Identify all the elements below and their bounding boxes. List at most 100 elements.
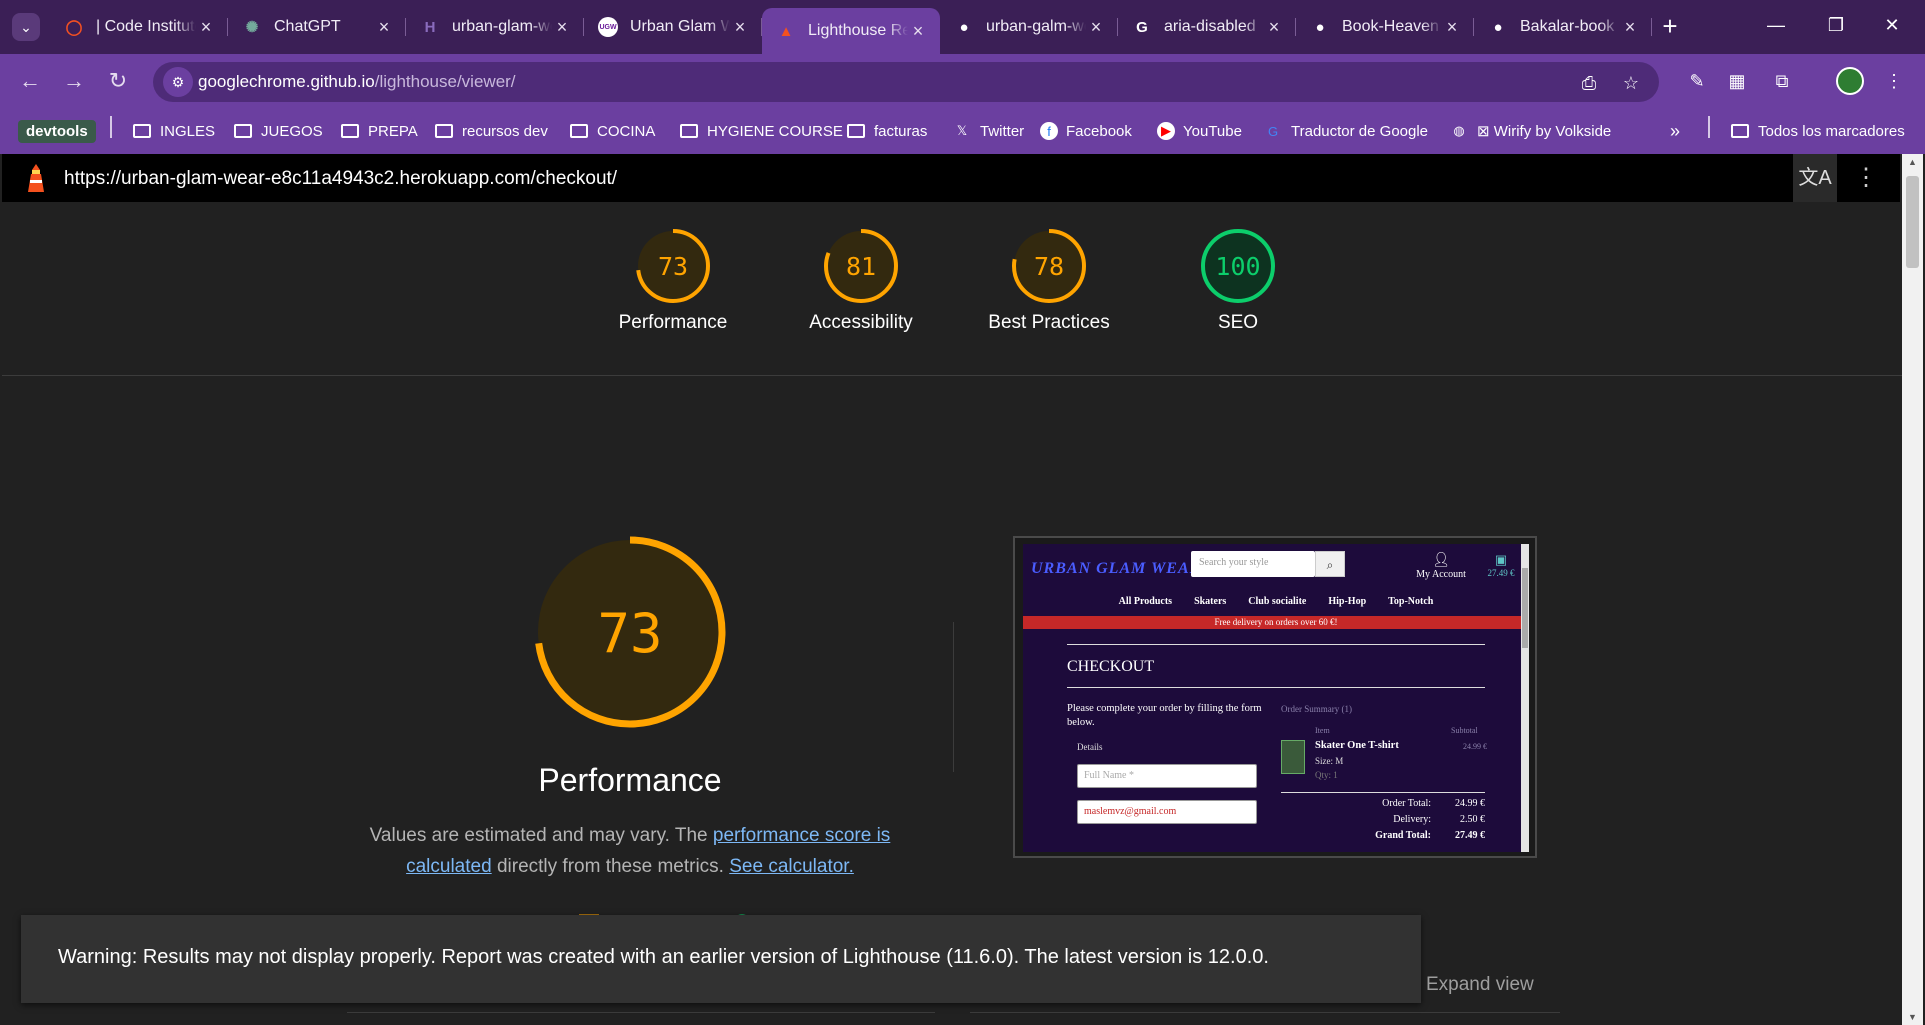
gauge-ring: 78: [1012, 229, 1086, 303]
bookmark-star-icon[interactable]: ☆: [1619, 71, 1643, 95]
site-nav-item: Hip-Hop: [1328, 596, 1367, 607]
minimize-button[interactable]: —: [1756, 10, 1796, 40]
tab-title: Urban Glam Wear: [630, 18, 730, 35]
tab[interactable]: ● urban-galm-wear×: [940, 8, 1118, 46]
facebook-icon: f: [1040, 122, 1058, 140]
tab[interactable]: ▲ Lighthouse Report Viewer×: [762, 8, 940, 54]
score-label: Accessibility: [809, 312, 913, 333]
close-window-button[interactable]: ✕: [1872, 10, 1912, 40]
profile-avatar[interactable]: [1836, 67, 1864, 95]
bookmark-item[interactable]: INGLES: [132, 119, 215, 143]
back-button[interactable]: ←: [16, 67, 44, 95]
chrome-menu-icon[interactable]: ⋮: [1880, 67, 1908, 95]
github-icon: ●: [1315, 18, 1325, 36]
tab[interactable]: Garia-disabled ×: [1118, 8, 1296, 46]
bookmark-item[interactable]: f Facebook: [1040, 119, 1132, 143]
reload-button[interactable]: ↻: [104, 67, 132, 95]
more-bookmarks-icon[interactable]: »: [1670, 119, 1680, 143]
address-text[interactable]: googlechrome.github.io/lighthouse/viewer…: [198, 72, 516, 92]
report-menu-icon[interactable]: ⋮: [1854, 164, 1878, 192]
browser-toolbar: ← → ↻ ⚙ googlechrome.github.io/lighthous…: [0, 54, 1925, 108]
new-tab-button[interactable]: +: [1655, 12, 1685, 42]
score-gauge[interactable]: 78 Best Practices: [979, 226, 1119, 334]
bookmark-item[interactable]: JUEGOS: [233, 119, 323, 143]
site-account-label: My Account: [1416, 569, 1466, 580]
folder-icon: [434, 123, 454, 139]
youtube-icon: ▶: [1157, 122, 1175, 140]
score-gauge[interactable]: 100 SEO: [1168, 226, 1308, 334]
performance-score-value: 73: [597, 602, 662, 665]
tab-close-icon[interactable]: ×: [1086, 17, 1106, 38]
folder-icon: [233, 123, 253, 139]
see-calculator-link[interactable]: See calculator.: [729, 856, 854, 877]
tab[interactable]: ◯ | Code Institute ×: [50, 8, 228, 46]
tab[interactable]: UGW Urban Glam Wear×: [584, 8, 762, 46]
tab[interactable]: ● Bakalar-book ×: [1474, 8, 1652, 46]
extension-eyedropper-icon[interactable]: ✎: [1683, 67, 1711, 95]
value: 2.50 €: [1460, 814, 1485, 825]
score-gauge[interactable]: 81 Accessibility: [791, 226, 931, 334]
translate-icon[interactable]: 文A: [1793, 154, 1837, 202]
value: 24.99 €: [1455, 798, 1485, 809]
final-screenshot[interactable]: URBAN GLAM WEAR Search your style ⌕ 👤︎ My …: [1013, 536, 1537, 858]
site-details-label: Details: [1077, 742, 1103, 752]
page-scrollbar[interactable]: ▲ ▼: [1902, 154, 1923, 1025]
bookmark-item[interactable]: PREPA: [340, 119, 418, 143]
screenshot-page: URBAN GLAM WEAR Search your style ⌕ 👤︎ My …: [1023, 544, 1529, 852]
expand-view-button[interactable]: Expand view: [1426, 974, 1534, 996]
site-nav: All Products Skaters Club socialite Hip-Hop…: [1023, 596, 1529, 607]
tabs: ◯ | Code Institute × ✺ ChatGPT × Hurban-glam-w…: [50, 8, 1652, 54]
extensions-icon[interactable]: ⧉: [1768, 67, 1796, 95]
bookmark-label: YouTube: [1183, 122, 1242, 140]
bookmark-item[interactable]: recursos dev: [434, 119, 548, 143]
site-banner: Free delivery on orders over 60 €!: [1023, 616, 1529, 629]
bookmark-item[interactable]: ◍ ⊠ Wirify by Volkside: [1449, 119, 1611, 143]
bookmark-item[interactable]: HYGIENE COURSE: [679, 119, 843, 143]
desc-text: directly from these metrics.: [491, 856, 730, 877]
tab-close-icon[interactable]: ×: [730, 17, 750, 38]
code-institute-icon: ◯: [65, 19, 83, 36]
address-bar[interactable]: ⚙ googlechrome.github.io/lighthouse/view…: [153, 62, 1659, 102]
tab-close-icon[interactable]: ×: [196, 17, 216, 38]
tab-close-icon[interactable]: ×: [1620, 17, 1640, 38]
bag-icon: ▣: [1494, 552, 1508, 567]
tab-close-icon[interactable]: ×: [908, 21, 928, 42]
tab[interactable]: ✺ ChatGPT ×: [228, 8, 406, 46]
bookmark-label: INGLES: [160, 122, 216, 140]
forward-button[interactable]: →: [60, 67, 88, 95]
all-bookmarks[interactable]: Todos los marcadores: [1730, 119, 1905, 143]
bookmark-label: facturas: [874, 122, 928, 140]
bookmark-item[interactable]: ▶ YouTube: [1157, 119, 1242, 143]
calculator-icon[interactable]: ▦: [1723, 67, 1751, 95]
tab-search-button[interactable]: ⌄: [12, 13, 40, 41]
scroll-thumb[interactable]: [1906, 176, 1919, 268]
bookmark-item[interactable]: facturas: [846, 119, 927, 143]
restore-button[interactable]: ❐: [1816, 10, 1856, 40]
bookmark-item[interactable]: devtools: [18, 119, 96, 143]
site-info-icon[interactable]: ⚙: [163, 67, 193, 97]
scroll-down-icon[interactable]: ▼: [1907, 1012, 1918, 1022]
bookmark-item[interactable]: COCINA: [569, 119, 655, 143]
site-nav-item: All Products: [1118, 596, 1173, 607]
tab[interactable]: ● Book-Heaven ×: [1296, 8, 1474, 46]
report-content: 73 Performance 81 Accessibility 78 Best Pract…: [2, 202, 1902, 1025]
lighthouse-icon: ▲: [778, 22, 794, 40]
google-icon: G: [1136, 18, 1148, 36]
tab-close-icon[interactable]: ×: [1264, 17, 1284, 38]
install-app-icon[interactable]: ⎙: [1577, 71, 1601, 95]
tab-close-icon[interactable]: ×: [1442, 17, 1462, 38]
tab-close-icon[interactable]: ×: [374, 17, 394, 38]
scroll-up-icon[interactable]: ▲: [1907, 157, 1918, 167]
divider: [347, 1012, 935, 1013]
tab-title: aria-disabled: [1164, 18, 1256, 35]
tab-title: Bakalar-book: [1520, 18, 1615, 35]
tab[interactable]: Hurban-glam-wear×: [406, 8, 584, 46]
bookmark-item[interactable]: 𝕏 Twitter: [952, 119, 1024, 143]
tab-close-icon[interactable]: ×: [552, 17, 572, 38]
divider: [2, 375, 1902, 376]
site-bag: ▣ 27.49 €: [1481, 552, 1521, 578]
score-value: 81: [846, 252, 876, 281]
user-icon: 👤︎: [1432, 553, 1450, 568]
score-gauge[interactable]: 73 Performance: [603, 226, 743, 334]
bookmark-item[interactable]: G Traductor de Google: [1263, 119, 1428, 143]
